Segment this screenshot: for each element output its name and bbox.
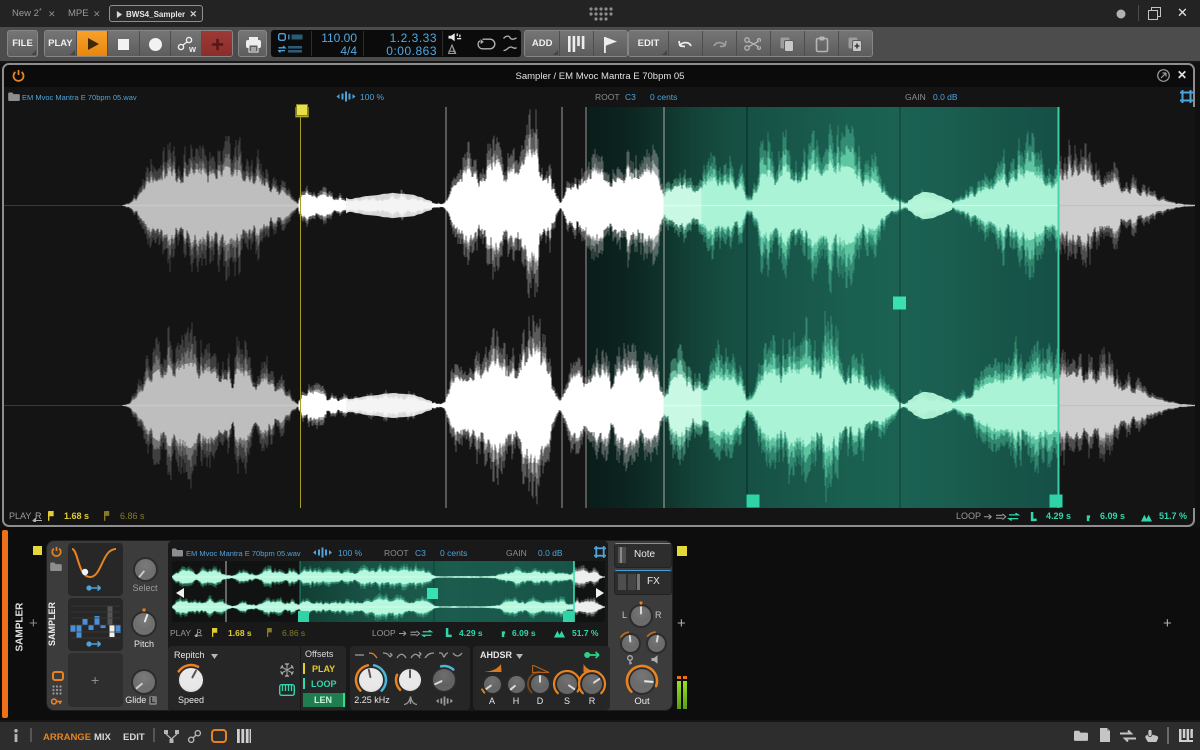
svg-text:w: w bbox=[188, 44, 196, 53]
svg-text:R: R bbox=[35, 511, 42, 521]
